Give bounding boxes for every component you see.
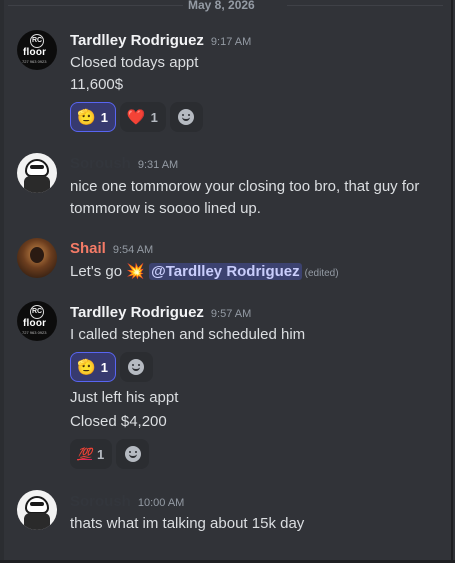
ghost-body-icon <box>24 176 50 193</box>
smiley-add-reaction-icon <box>124 446 141 462</box>
author-name-text[interactable]: Soroush <box>70 155 131 172</box>
author-name[interactable]: Tardlley Rodriguez 9:57 AM <box>70 304 251 321</box>
collision-emoji-icon: 💥 <box>126 263 145 280</box>
add-reaction-button[interactable] <box>169 102 203 132</box>
right-border <box>451 0 453 563</box>
avatar[interactable]: RC floor 727 963 0923 <box>17 30 57 70</box>
message-text: 11,600$ <box>70 76 124 93</box>
avatar[interactable] <box>17 490 57 530</box>
author-name-text[interactable]: Shail <box>70 240 106 257</box>
reaction-count: 1 <box>100 109 108 125</box>
message-text: Just left his appt <box>70 389 179 406</box>
ghost-body-icon <box>24 513 50 530</box>
rc-logo-icon: RC <box>30 305 44 319</box>
message-text: Let's go 💥 @Tardlley Rodriguez (edited) <box>70 262 339 280</box>
timestamp[interactable]: 9:54 AM <box>113 244 153 256</box>
author-name[interactable]: Shail 9:54 AM <box>70 240 153 257</box>
message-text: thats what im talking about 15k day <box>70 515 305 532</box>
message-text: tommorow is soooo lined up. <box>70 200 261 217</box>
message-text: Closed todays appt <box>70 54 199 71</box>
reaction-salute[interactable]: 🫡 1 <box>70 102 116 132</box>
avatar[interactable] <box>17 153 57 193</box>
rc-logo-icon: RC <box>30 34 44 48</box>
smiley-add-reaction-icon <box>128 359 145 375</box>
salute-emoji-icon: 🫡 <box>77 358 96 376</box>
author-name[interactable]: Soroush 9:31 AM <box>70 155 178 172</box>
heart-emoji-icon: ❤️ <box>126 108 146 126</box>
author-name-text[interactable]: Tardlley Rodriguez <box>70 304 204 321</box>
salute-emoji-icon: 🫡 <box>77 108 96 126</box>
add-reaction-button[interactable] <box>119 352 153 382</box>
author-name-text[interactable]: Soroush <box>70 493 131 510</box>
message-text: nice one tommorow your closing too bro, … <box>70 178 420 195</box>
edited-label: (edited) <box>304 268 339 279</box>
divider-line-right <box>287 5 443 6</box>
avatar-phone-text: 727 963 0923 <box>22 330 47 335</box>
user-mention[interactable]: @Tardlley Rodriguez <box>149 263 302 280</box>
reaction-count: 1 <box>100 359 108 375</box>
avatar-photo <box>30 247 44 263</box>
reaction-hundred[interactable]: 💯 1 <box>70 439 113 469</box>
avatar[interactable]: RC floor 727 963 0923 <box>17 301 57 341</box>
ghost-eyes-icon <box>30 165 44 169</box>
reaction-count: 1 <box>96 446 105 462</box>
author-name[interactable]: Tardlley Rodriguez 9:17 AM <box>70 32 251 49</box>
ghost-eyes-icon <box>30 502 44 506</box>
reaction-count: 1 <box>150 109 158 125</box>
left-border <box>0 0 4 563</box>
message-text: I called stephen and scheduled him <box>70 326 306 343</box>
timestamp[interactable]: 9:17 AM <box>211 36 251 48</box>
reaction-salute[interactable]: 🫡 1 <box>70 352 116 382</box>
hundred-points-emoji-icon: 💯 <box>77 447 92 461</box>
reaction-bar: 💯 1 <box>70 439 150 469</box>
timestamp[interactable]: 9:31 AM <box>138 159 178 171</box>
reaction-heart[interactable]: ❤️ 1 <box>119 102 166 132</box>
timestamp[interactable]: 10:00 AM <box>138 497 184 509</box>
add-reaction-button[interactable] <box>116 439 150 469</box>
avatar-phone-text: 727 963 0923 <box>22 59 47 64</box>
date-divider-label: May 8, 2026 <box>188 0 255 12</box>
message-text-part: Let's go <box>70 263 123 280</box>
author-name-text[interactable]: Tardlley Rodriguez <box>70 32 204 49</box>
message-text: Closed $4,200 <box>70 413 167 430</box>
reaction-bar: 🫡 1 <box>70 352 153 382</box>
author-name[interactable]: Soroush 10:00 AM <box>70 493 184 510</box>
divider-line-left <box>8 5 183 6</box>
reaction-bar: 🫡 1 ❤️ 1 <box>70 102 203 132</box>
avatar-logo-text: floor <box>23 318 47 329</box>
date-divider: May 8, 2026 <box>8 0 443 12</box>
chat-panel: May 8, 2026 RC floor 727 963 0923 Tardll… <box>0 0 455 563</box>
avatar-logo-text: floor <box>23 47 47 58</box>
smiley-add-reaction-icon <box>178 109 195 125</box>
timestamp[interactable]: 9:57 AM <box>211 308 251 320</box>
avatar[interactable] <box>17 238 57 278</box>
